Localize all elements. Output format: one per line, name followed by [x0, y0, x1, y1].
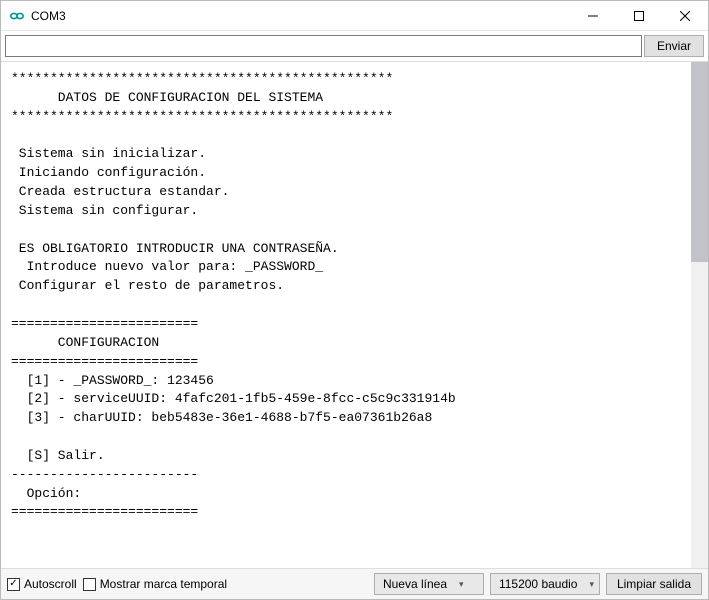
- bottombar: ✓ Autoscroll Mostrar marca temporal Nuev…: [1, 568, 708, 599]
- minimize-button[interactable]: [570, 1, 616, 31]
- checkbox-icon: [83, 578, 96, 591]
- line-ending-value: Nueva línea: [383, 577, 447, 591]
- serial-input[interactable]: [5, 35, 642, 57]
- autoscroll-checkbox[interactable]: ✓ Autoscroll: [7, 577, 77, 591]
- autoscroll-label: Autoscroll: [24, 577, 77, 591]
- timestamp-label: Mostrar marca temporal: [100, 577, 227, 591]
- timestamp-checkbox[interactable]: Mostrar marca temporal: [83, 577, 227, 591]
- vertical-scrollbar[interactable]: [691, 62, 708, 568]
- titlebar: COM3: [1, 1, 708, 31]
- line-ending-select[interactable]: Nueva línea ▾: [374, 573, 484, 595]
- maximize-button[interactable]: [616, 1, 662, 31]
- console-output[interactable]: ****************************************…: [1, 62, 691, 568]
- output-area: ****************************************…: [1, 62, 708, 568]
- clear-output-button[interactable]: Limpiar salida: [606, 573, 702, 595]
- chevron-down-icon: ▾: [589, 579, 594, 590]
- send-button[interactable]: Enviar: [644, 35, 704, 57]
- send-row: Enviar: [1, 31, 708, 62]
- checkbox-icon: ✓: [7, 578, 20, 591]
- baud-value: 115200 baudio: [499, 577, 578, 591]
- arduino-icon: [9, 8, 25, 24]
- close-button[interactable]: [662, 1, 708, 31]
- scrollbar-thumb[interactable]: [691, 62, 708, 262]
- chevron-down-icon: ▾: [459, 579, 464, 590]
- baud-select[interactable]: 115200 baudio ▾: [490, 573, 600, 595]
- window-title: COM3: [31, 9, 66, 23]
